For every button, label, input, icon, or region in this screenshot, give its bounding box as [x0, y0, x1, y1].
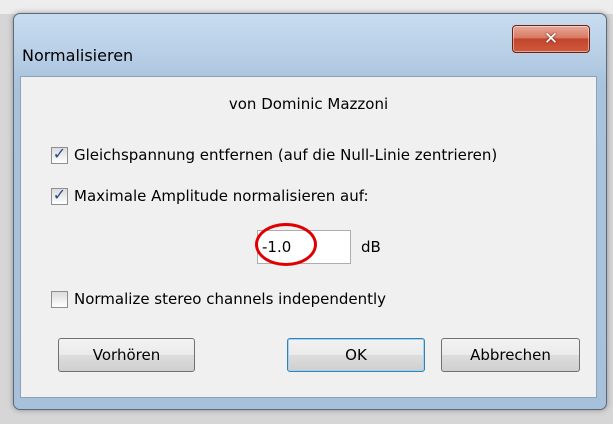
stereo-independent-checkbox[interactable]: [51, 290, 68, 308]
stereo-independent-label: Normalize stereo channels independently: [74, 290, 387, 308]
close-button[interactable]: ✕: [512, 25, 590, 53]
ok-button[interactable]: OK: [287, 338, 425, 372]
checkmark-icon: ✓: [52, 184, 67, 204]
remove-dc-checkbox[interactable]: ✓: [51, 143, 68, 164]
author-label: von Dominic Mazzoni: [228, 95, 389, 113]
preview-button[interactable]: Vorhören: [58, 338, 195, 372]
remove-dc-label: Gleichspannung entfernen (auf die Null-L…: [74, 146, 498, 164]
desktop-background: [0, 0, 613, 14]
cancel-button[interactable]: Abbrechen: [441, 338, 580, 372]
dialog-client-area: von Dominic Mazzoni ✓ Gleichspannung ent…: [20, 76, 597, 398]
stereo-independent-option[interactable]: Normalize stereo channels independently: [51, 290, 386, 308]
checkmark-icon: ✓: [52, 143, 67, 163]
normalize-amplitude-checkbox[interactable]: ✓: [51, 184, 68, 205]
amplitude-input[interactable]: [257, 230, 351, 264]
close-icon: ✕: [543, 29, 559, 49]
remove-dc-option[interactable]: ✓ Gleichspannung entfernen (auf die Null…: [51, 143, 498, 164]
window-title: Normalisieren: [22, 46, 134, 65]
normalize-amplitude-label: Maximale Amplitude normalisieren auf:: [74, 187, 369, 205]
amplitude-unit-label: dB: [361, 238, 381, 256]
normalize-amplitude-option[interactable]: ✓ Maximale Amplitude normalisieren auf:: [51, 184, 369, 205]
